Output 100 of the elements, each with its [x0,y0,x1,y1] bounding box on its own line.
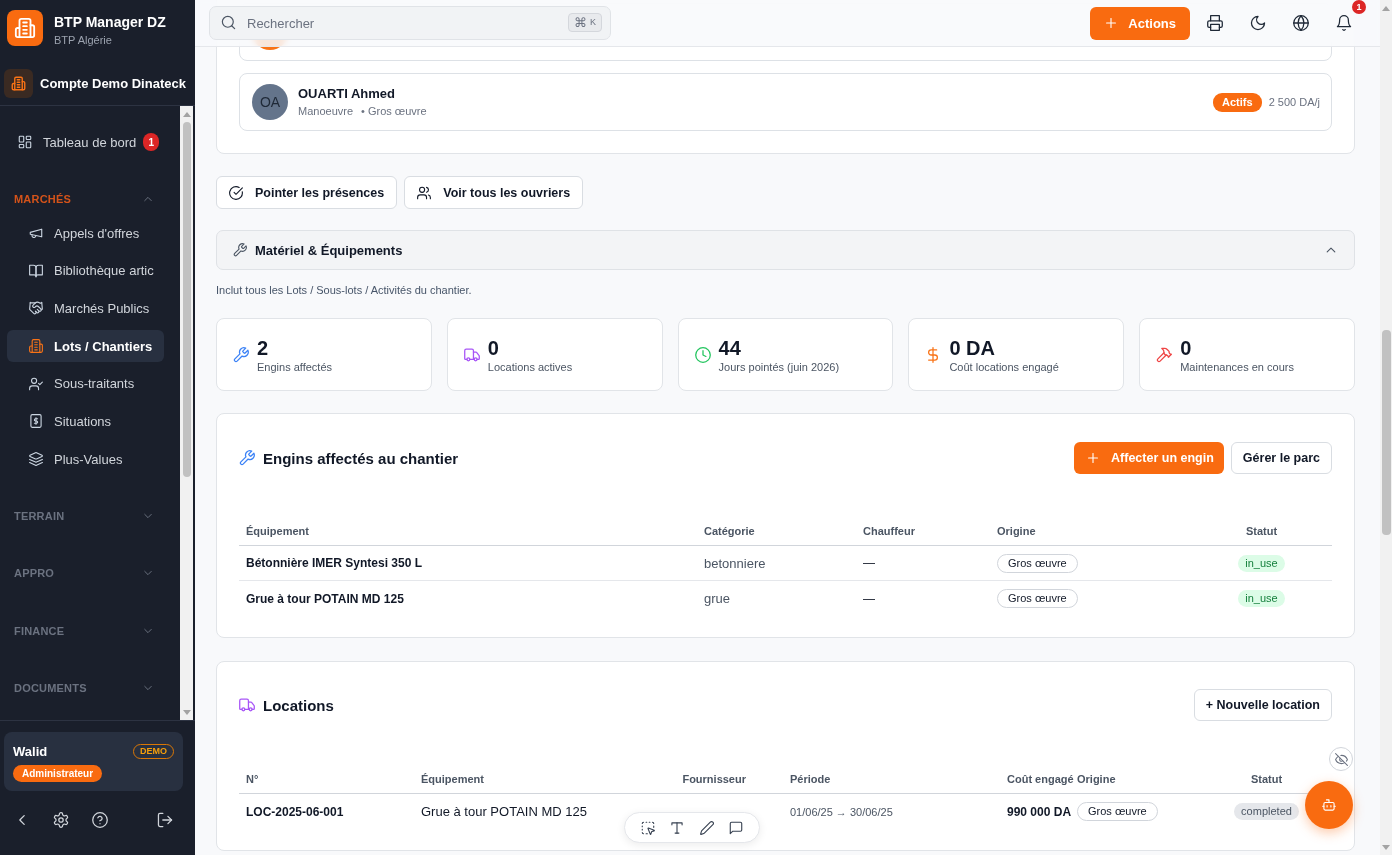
notification-count: 1 [143,133,160,151]
stat-label: Jours pointés (juin 2026) [718,359,840,374]
plus-icon [1086,451,1101,465]
origin-tag: Gros œuvre [997,589,1078,608]
user-name: Walid [13,743,48,759]
worker-name: OUARTI Ahmed [298,86,396,102]
table-cell-text: 01/06/25 → 30/06/25 [789,805,894,818]
status-badge: in_use [1238,554,1285,572]
status-badge: completed [1234,803,1299,820]
logout-icon [157,812,173,828]
action-button[interactable]: Pointer les présences [216,176,398,209]
settings-icon [53,812,69,828]
building-logo-icon [7,10,43,46]
truck-icon [239,697,255,713]
action-button[interactable]: Voir tous les ouvriers [404,176,584,209]
section-header[interactable]: MARCHÉS [7,187,164,211]
avatar: OA [252,84,288,120]
search-icon [221,15,236,30]
column-header: Fournisseur [681,772,747,785]
status-badge: Actifs [1213,92,1262,112]
table-cell-text: LOC-2025-06-001 [245,804,345,819]
table-cell-text: — [862,591,876,606]
section-header[interactable]: Matériel & Équipements [216,230,1355,270]
help-icon [92,812,108,828]
printer-icon [1207,15,1223,31]
circle-check-icon [229,185,243,200]
stat-value: 44 [718,335,741,360]
truck-icon [463,346,480,363]
nav-item[interactable]: Situations [7,405,164,438]
origin-tag: Gros œuvre [1077,802,1158,821]
building-icon [4,69,33,98]
speech-bubble-icon [729,820,744,835]
megaphone-icon [29,226,43,240]
dollar-document-icon [29,414,43,429]
stat-label: Coût locations engagé [949,359,1059,374]
selection-pointer-icon [640,820,655,835]
column-header: Statut [1244,524,1279,537]
nav-item[interactable]: Lots / Chantiers [7,330,164,363]
plus-icon [1104,16,1119,30]
status-badge: in_use [1238,590,1285,607]
app-name: BTP Manager DZ [54,13,166,31]
panel-title: Engins affectés au chantier [263,449,459,467]
handshake-icon [29,301,43,316]
worker-detail: Manoeuvre [298,104,354,118]
grid-icon [18,135,32,149]
stat-value: 0 [1180,335,1192,360]
clock-icon [694,346,711,363]
column-header: N° [245,772,260,785]
nav-item[interactable]: Marchés Publics [7,292,164,325]
nav-item[interactable]: Appels d'offres [7,217,164,249]
column-header: Statut [1249,772,1284,785]
nav-item[interactable]: Sous-traitants [7,367,164,400]
stat-label: Locations actives [487,359,573,374]
shortcut-hint: ⌘ K [568,13,602,32]
wrench-icon [233,346,249,363]
column-header: Chauffeur [862,524,916,537]
wrench-icon [233,243,247,257]
users-icon [417,185,432,200]
robot-icon [1322,798,1336,812]
panel-title: Locations [263,696,334,714]
column-header: Catégorie [703,524,756,537]
scrollbar[interactable] [180,106,193,720]
column-header: Origine [996,524,1037,537]
account-button[interactable]: Compte Demo Dinateck [4,69,186,98]
table-cell-text: Grue à tour POTAIN MD 125 [245,591,405,606]
moon-icon [1250,15,1266,31]
app-subtitle: BTP Algérie [54,33,112,47]
action-button[interactable]: Gérer le parc [1230,442,1332,474]
user-check-icon [29,376,43,391]
table-cell-text: — [862,556,876,570]
table-cell-text: 990 000 DA [1006,804,1073,819]
stat-label: Engins affectés [257,359,332,374]
column-header: Coût engagé [1006,772,1075,785]
hammer-icon [1156,346,1173,363]
column-header: Période [789,772,832,785]
origin-tag: Gros œuvre [997,553,1078,573]
table-cell-text: grue [703,591,732,606]
nav-item[interactable]: Bibliothèque artic [7,254,164,287]
stat-value: 0 [487,335,499,360]
globe-icon [1293,15,1309,31]
building-icon [29,339,43,354]
scrollbar[interactable] [1380,0,1392,855]
note-text: Inclut tous les Lots / Sous-lots / Activités du chantier. [216,283,472,297]
notification-count: 1 [1352,0,1366,14]
nav-item[interactable]: Tableau de bord 1 [7,126,164,158]
action-button[interactable]: + Nouvelle location [1193,689,1332,721]
column-header: Origine [1076,772,1117,785]
eye-off-icon [1334,752,1348,766]
worker-detail: • Gros œuvre [361,104,427,118]
open-book-icon [29,263,43,278]
pencil-icon [699,820,714,835]
bell-icon [1336,15,1352,31]
stat-value: 0 DA [949,335,995,360]
stat-label: Maintenances en cours [1180,359,1294,374]
nav-item[interactable]: Plus-Values [7,443,164,476]
wrench-icon [239,450,255,466]
role-badge: Administrateur [13,765,103,782]
daily-rate: 2 500 DA/j [1268,96,1320,108]
text-icon [670,820,685,835]
column-header: Équipement [245,524,310,537]
